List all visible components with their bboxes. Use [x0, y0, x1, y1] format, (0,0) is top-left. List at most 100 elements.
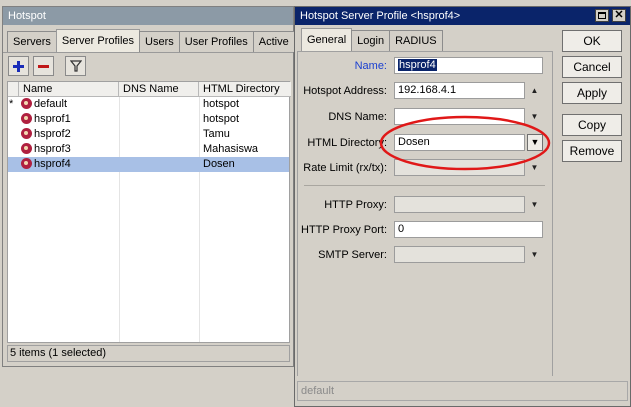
apply-button[interactable]: Apply	[562, 82, 622, 104]
row-marker-text: *	[9, 98, 14, 110]
col-header-name[interactable]: Name	[19, 82, 119, 97]
hotspot-address-chevron-icon[interactable]: ▲	[528, 84, 541, 97]
row-html-directory: hotspot	[203, 112, 289, 127]
remove-button[interactable]	[33, 56, 54, 76]
row-html-directory-text: hotspot	[203, 98, 240, 110]
row-html-directory-text: Mahasiswa	[203, 143, 259, 155]
profile-icon	[21, 98, 32, 109]
table-row[interactable]: hsprof4 Dosen	[8, 157, 289, 172]
http-proxy-chevron-icon[interactable]: ▼	[528, 198, 541, 211]
row-dns-name	[122, 142, 198, 157]
profile-dialog-title: Hotspot Server Profile <hsprof4>	[300, 10, 461, 22]
row-name: hsprof1	[21, 112, 117, 127]
hotspot-title: Hotspot	[8, 10, 46, 22]
row-name: hsprof3	[21, 142, 117, 157]
hotspot-window: Hotspot Servers Server Profiles Users Us…	[2, 6, 295, 367]
col-header-marker	[8, 82, 19, 97]
profile-icon	[21, 158, 32, 169]
http-proxy-port-label: HTTP Proxy Port:	[301, 224, 387, 236]
cancel-button[interactable]: Cancel	[562, 56, 622, 78]
row-name-text: hsprof2	[34, 128, 71, 140]
profile-tab-panel	[297, 51, 553, 376]
profile-status-bar: default	[297, 381, 628, 401]
profile-icon	[21, 113, 32, 124]
name-label: Name:	[354, 60, 387, 72]
row-name: hsprof4	[21, 157, 117, 172]
row-name-text: hsprof1	[34, 113, 71, 125]
tab-login[interactable]: Login	[351, 30, 391, 51]
dns-name-label: DNS Name:	[328, 111, 387, 123]
copy-button[interactable]: Copy	[562, 114, 622, 136]
rate-limit-label: Rate Limit (rx/tx):	[303, 162, 387, 174]
http-proxy-input[interactable]	[394, 196, 525, 213]
smtp-server-chevron-icon[interactable]: ▼	[528, 248, 541, 261]
hotspot-titlebar[interactable]: Hotspot	[3, 7, 293, 25]
tab-user-profiles[interactable]: User Profiles	[178, 31, 254, 52]
tab-general[interactable]: General	[301, 28, 353, 51]
remove-profile-button[interactable]: Remove	[562, 140, 622, 162]
row-marker	[9, 142, 18, 157]
row-marker	[9, 127, 18, 142]
row-dns-name	[122, 157, 198, 172]
highlight-ellipse	[379, 115, 551, 171]
filter-icon	[69, 60, 82, 72]
row-name: default	[21, 97, 117, 112]
table-row[interactable]: hsprof2 Tamu	[8, 127, 289, 142]
maximize-icon	[598, 12, 606, 19]
smtp-server-input[interactable]	[394, 246, 525, 263]
tab-server-profiles[interactable]: Server Profiles	[55, 29, 141, 52]
html-directory-label: HTML Directory:	[307, 137, 387, 149]
col-header-html-directory[interactable]: HTML Directory	[199, 82, 291, 97]
hotspot-status-bar: 5 items (1 selected)	[7, 345, 290, 362]
remove-icon	[38, 64, 49, 68]
tab-underline	[3, 52, 293, 53]
row-name: hsprof2	[21, 127, 117, 142]
add-button[interactable]	[8, 56, 29, 76]
maximize-button[interactable]	[595, 9, 609, 22]
row-name-text: hsprof3	[34, 143, 71, 155]
row-dns-name	[122, 112, 198, 127]
tab-radius[interactable]: RADIUS	[389, 30, 443, 51]
row-dns-name	[122, 127, 198, 142]
smtp-server-label: SMTP Server:	[318, 249, 387, 261]
table-row[interactable]: hsprof1 hotspot	[8, 112, 289, 127]
row-html-directory: Tamu	[203, 127, 289, 142]
name-input-value: hsprof4	[398, 59, 437, 71]
row-marker	[9, 112, 18, 127]
profile-dialog-titlebar[interactable]: Hotspot Server Profile <hsprof4>	[295, 7, 630, 25]
row-html-directory-text: Dosen	[203, 158, 235, 170]
ok-button[interactable]: OK	[562, 30, 622, 52]
hotspot-address-label: Hotspot Address:	[303, 85, 387, 97]
row-marker: *	[9, 97, 18, 112]
profile-status-text: default	[301, 385, 335, 397]
name-input[interactable]: hsprof4	[394, 57, 543, 74]
row-html-directory-text: hotspot	[203, 113, 240, 125]
row-html-directory: Mahasiswa	[203, 142, 289, 157]
tab-active[interactable]: Active	[252, 31, 295, 52]
tab-users[interactable]: Users	[139, 31, 180, 52]
tab-servers[interactable]: Servers	[7, 31, 57, 52]
hotspot-address-input[interactable]: 192.168.4.1	[394, 82, 525, 99]
close-icon: ✕	[614, 9, 624, 21]
http-proxy-port-input[interactable]: 0	[394, 221, 543, 238]
profile-tabs: General Login RADIUS	[301, 28, 443, 51]
profile-icon	[21, 143, 32, 154]
table-row[interactable]: hsprof3 Mahasiswa	[8, 142, 289, 157]
separator	[304, 185, 545, 186]
row-name-text: default	[34, 98, 68, 110]
row-name-text: hsprof4	[34, 158, 71, 170]
row-html-directory: Dosen	[203, 157, 289, 172]
hotspot-status-text: 5 items (1 selected)	[10, 347, 106, 359]
table-row[interactable]: * default hotspot	[8, 97, 289, 112]
profile-icon	[21, 128, 32, 139]
profiles-table: Name DNS Name HTML Directory * default hot…	[7, 81, 291, 343]
row-html-directory: hotspot	[203, 97, 289, 112]
col-header-dns-name[interactable]: DNS Name	[119, 82, 199, 97]
row-html-directory-text: Tamu	[203, 128, 230, 140]
http-proxy-label: HTTP Proxy:	[324, 199, 387, 211]
add-icon	[13, 60, 24, 72]
row-dns-name	[122, 97, 198, 112]
close-button[interactable]: ✕	[612, 9, 626, 22]
hotspot-tabs: Servers Server Profiles Users User Profi…	[7, 29, 295, 52]
filter-button[interactable]	[65, 56, 86, 76]
